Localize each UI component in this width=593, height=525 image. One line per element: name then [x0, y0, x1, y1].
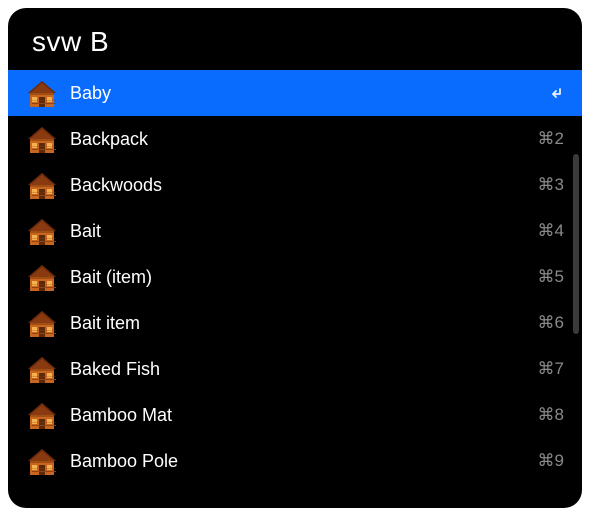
search-bar — [8, 8, 582, 70]
result-row[interactable]: Bait (item) ⌘5 — [8, 254, 582, 300]
house-icon — [26, 307, 58, 339]
shortcut-label: ⌘8 — [538, 405, 564, 425]
house-icon — [26, 261, 58, 293]
shortcut-label: ⌘4 — [538, 221, 564, 241]
shortcut-label: ⌘3 — [538, 175, 564, 195]
result-label: Backpack — [70, 129, 526, 150]
enter-icon — [548, 85, 564, 101]
house-icon — [26, 169, 58, 201]
result-label: Baby — [70, 83, 536, 104]
result-row[interactable]: Bait ⌘4 — [8, 208, 582, 254]
result-label: Backwoods — [70, 175, 526, 196]
shortcut-label: ⌘6 — [538, 313, 564, 333]
result-row[interactable]: Bamboo Pole ⌘9 — [8, 438, 582, 484]
shortcut-label: ⌘9 — [538, 451, 564, 471]
result-row[interactable]: Bait item ⌘6 — [8, 300, 582, 346]
result-row[interactable]: Baby — [8, 70, 582, 116]
house-icon — [26, 215, 58, 247]
result-label: Bait (item) — [70, 267, 526, 288]
result-label: Baked Fish — [70, 359, 526, 380]
result-label: Bamboo Mat — [70, 405, 526, 426]
shortcut-label: ⌘7 — [538, 359, 564, 379]
result-row[interactable]: Bamboo Mat ⌘8 — [8, 392, 582, 438]
scrollbar-thumb[interactable] — [573, 154, 579, 334]
result-row[interactable]: Backpack ⌘2 — [8, 116, 582, 162]
house-icon — [26, 445, 58, 477]
result-label: Bait — [70, 221, 526, 242]
shortcut-label: ⌘5 — [538, 267, 564, 287]
house-icon — [26, 399, 58, 431]
results-list[interactable]: Baby Backpack ⌘2 Backwoods ⌘3 Bait ⌘4 — [8, 70, 582, 508]
result-row[interactable]: Baked Fish ⌘7 — [8, 346, 582, 392]
house-icon — [26, 77, 58, 109]
house-icon — [26, 353, 58, 385]
result-row[interactable]: Backwoods ⌘3 — [8, 162, 582, 208]
result-label: Bait item — [70, 313, 526, 334]
scrollbar[interactable] — [573, 154, 579, 334]
search-input[interactable] — [32, 26, 558, 58]
house-icon — [26, 123, 58, 155]
shortcut-label: ⌘2 — [538, 129, 564, 149]
command-panel: Baby Backpack ⌘2 Backwoods ⌘3 Bait ⌘4 — [8, 8, 582, 508]
result-label: Bamboo Pole — [70, 451, 526, 472]
